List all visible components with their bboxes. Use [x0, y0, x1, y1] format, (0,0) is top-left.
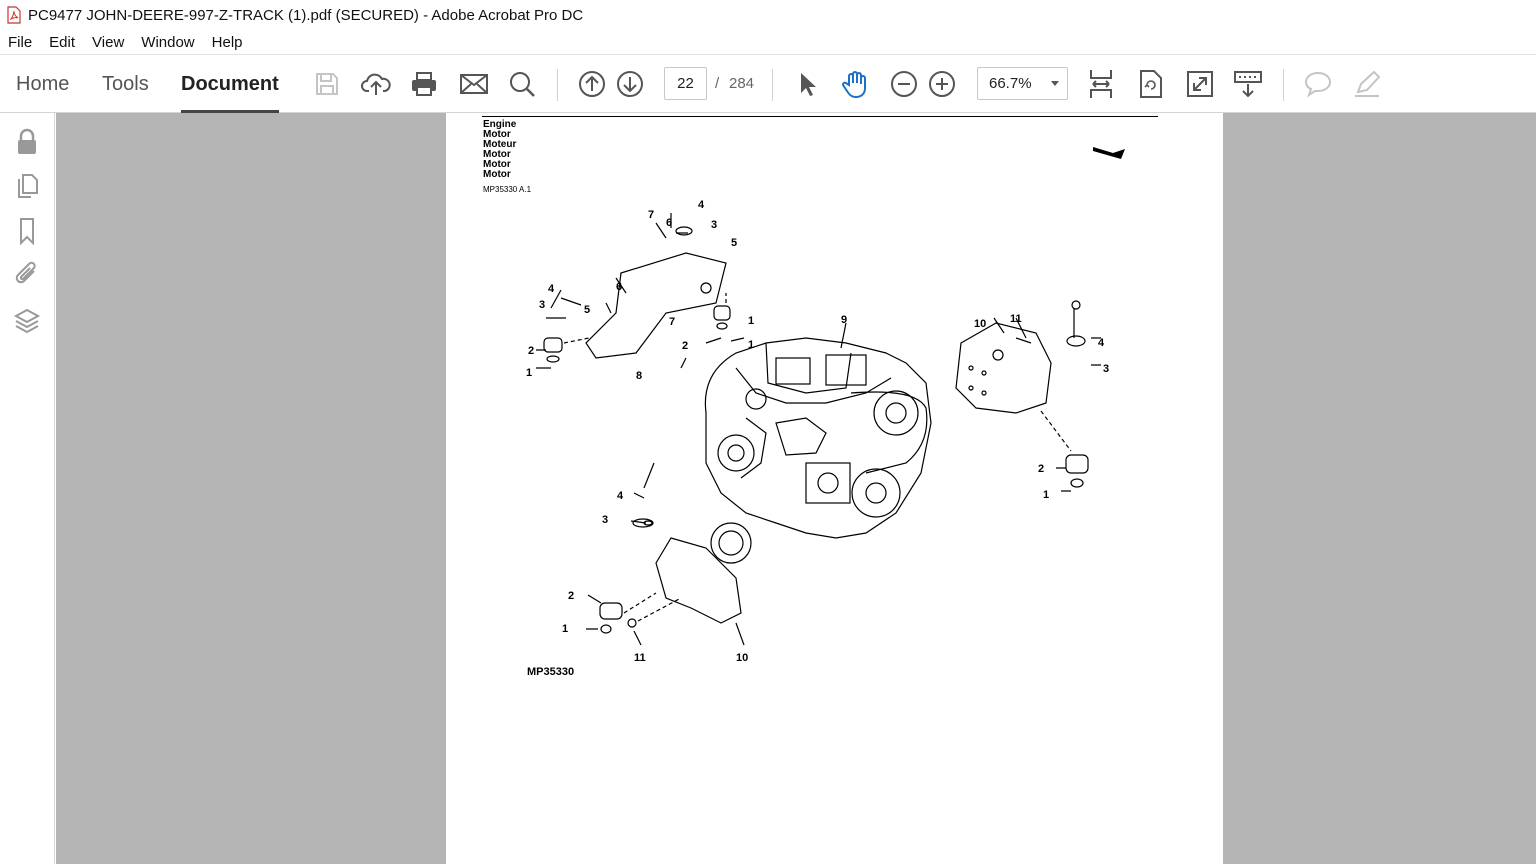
callout-label: 5: [584, 304, 590, 316]
callout-label: 2: [1038, 463, 1044, 475]
callout-label: 9: [841, 314, 847, 326]
lock-icon[interactable]: [13, 127, 41, 157]
callout-label: 4: [1098, 337, 1105, 349]
callout-label: 1: [1043, 489, 1049, 501]
tab-home[interactable]: Home: [16, 55, 69, 113]
callout-label: 2: [528, 345, 534, 357]
callout-label: 1: [526, 367, 532, 379]
callout-label: 3: [1103, 363, 1109, 375]
zoom-out-icon[interactable]: [889, 69, 919, 99]
pdf-file-icon: [7, 6, 21, 24]
callout-label: 6: [616, 281, 622, 293]
page-thumbnails-icon[interactable]: [13, 171, 41, 201]
callout-label: 1: [562, 623, 568, 635]
document-viewer[interactable]: Engine Motor Moteur Motor Motor Motor MP…: [56, 113, 1536, 864]
zoom-in-icon[interactable]: [927, 69, 957, 99]
select-cursor-icon[interactable]: [792, 69, 822, 99]
callout-label: 4: [698, 199, 705, 211]
save-icon[interactable]: [312, 69, 342, 99]
tab-document[interactable]: Document: [181, 55, 279, 113]
next-page-icon[interactable]: [615, 69, 645, 99]
callout-label: 7: [669, 316, 675, 328]
hand-tool-icon[interactable]: [840, 69, 870, 99]
callout-label: 3: [711, 219, 717, 231]
full-screen-icon[interactable]: [1185, 69, 1215, 99]
page-total: 284: [729, 75, 755, 92]
window-title: PC9477 JOHN-DEERE-997-Z-TRACK (1).pdf (S…: [28, 6, 584, 24]
callout-label: 4: [617, 490, 624, 502]
engine-block: [704, 337, 932, 539]
right-mount-bracket: [955, 322, 1052, 414]
menu-bar: File Edit View Window Help: [0, 30, 1536, 54]
fit-page-icon[interactable]: [1086, 69, 1116, 99]
callout-label: 3: [539, 299, 545, 311]
callout-label: 10: [736, 652, 748, 663]
figure-id-label: MP35330: [527, 666, 575, 678]
search-icon[interactable]: [507, 69, 537, 99]
callout-label: 7: [648, 209, 654, 221]
zoom-level-value: 66.7%: [989, 75, 1032, 92]
pdf-page: Engine Motor Moteur Motor Motor Motor MP…: [446, 113, 1223, 864]
zoom-level-select[interactable]: 66.7%: [977, 67, 1068, 100]
header-line: Motor: [483, 169, 511, 180]
engine-exploded-diagram: 7 6 4 3 5 6 7 4 3 5 2 1 8 1 2 1 9 10 11 …: [526, 199, 1109, 663]
comment-icon[interactable]: [1303, 69, 1333, 99]
navigation-pane: [0, 113, 55, 864]
menu-help[interactable]: Help: [212, 34, 243, 51]
title-bar: PC9477 JOHN-DEERE-997-Z-TRACK (1).pdf (S…: [0, 0, 1536, 30]
menu-edit[interactable]: Edit: [49, 34, 75, 51]
email-icon[interactable]: [459, 69, 489, 99]
previous-page-icon[interactable]: [577, 69, 607, 99]
callout-label: 6: [666, 217, 672, 229]
toolbar-separator: [1283, 69, 1284, 101]
main-toolbar: Home Tools Document 22 / 284 66.7%: [0, 54, 1536, 113]
callout-label: 11: [634, 652, 646, 663]
callout-label: 8: [636, 370, 642, 382]
callout-label: 1: [748, 315, 754, 327]
menu-window[interactable]: Window: [141, 34, 194, 51]
callout-label: 1: [748, 339, 754, 351]
scroll-mode-icon[interactable]: [1233, 69, 1263, 99]
attachment-icon[interactable]: [13, 260, 41, 290]
rotate-view-icon[interactable]: [1136, 69, 1166, 99]
callout-label: 3: [602, 514, 608, 526]
direction-arrow-icon: [1093, 147, 1125, 159]
bookmark-icon[interactable]: [13, 216, 41, 246]
cloud-upload-icon[interactable]: [361, 69, 391, 99]
page-number-input[interactable]: 22: [664, 67, 707, 100]
callout-labels: 7 6 4 3 5 6 7 4 3 5 2 1 8 1 2 1 9 10 11 …: [526, 199, 1109, 663]
callout-label: 2: [682, 340, 688, 352]
highlight-pen-icon[interactable]: [1352, 69, 1382, 99]
callout-label: 11: [1010, 313, 1022, 325]
menu-file[interactable]: File: [8, 34, 32, 51]
header-rule: [482, 116, 1158, 117]
chevron-down-icon[interactable]: [1051, 81, 1059, 86]
callout-label: 5: [731, 237, 737, 249]
page-separator: /: [715, 75, 720, 92]
toolbar-separator: [772, 69, 773, 101]
tab-tools[interactable]: Tools: [102, 55, 149, 113]
print-icon[interactable]: [409, 69, 439, 99]
menu-view[interactable]: View: [92, 34, 124, 51]
toolbar-separator: [557, 69, 558, 101]
lower-mount-bracket: [655, 537, 742, 624]
callout-label: 4: [548, 283, 555, 295]
callout-label: 2: [568, 590, 574, 602]
callout-label: 10: [974, 318, 986, 330]
layers-icon[interactable]: [13, 306, 41, 336]
